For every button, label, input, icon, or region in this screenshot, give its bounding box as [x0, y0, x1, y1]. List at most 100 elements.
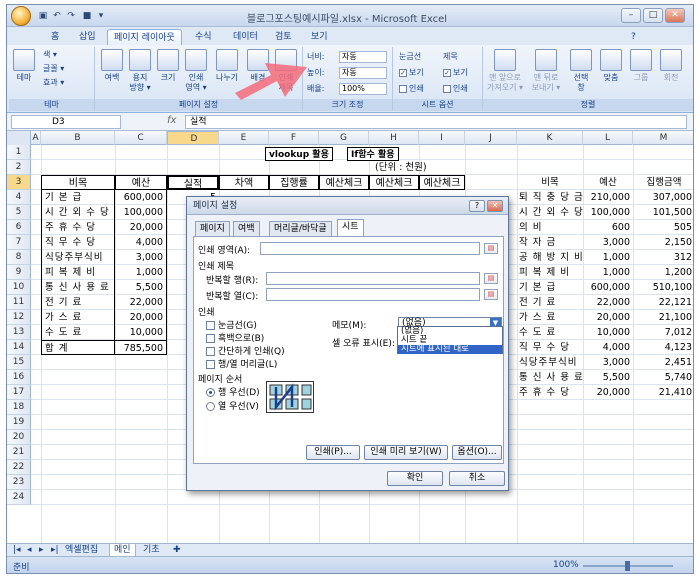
row-header-12[interactable]: 12: [7, 310, 31, 325]
qat-dropdown-icon[interactable]: ▾: [95, 10, 107, 22]
row-header-3[interactable]: 3: [7, 175, 31, 190]
row-header-18[interactable]: 18: [7, 400, 31, 415]
down-then-over-radio[interactable]: 행 우선(D): [206, 385, 260, 398]
collapse-dialog-icon[interactable]: ▤: [484, 243, 498, 254]
tab-view[interactable]: 보기: [305, 29, 334, 45]
column-header-H[interactable]: H: [369, 131, 419, 145]
column-header-E[interactable]: E: [219, 131, 269, 145]
row-header-8[interactable]: 8: [7, 250, 31, 265]
row-header-24[interactable]: 24: [7, 490, 31, 505]
bw-checkbox[interactable]: 흑백으로(B): [206, 331, 264, 344]
headings-view-checkbox[interactable]: ✓ 보기: [443, 67, 468, 79]
tab-data[interactable]: 데이터: [227, 29, 264, 45]
print-preview-button[interactable]: 인쇄 미리 보기(W): [364, 445, 448, 460]
headings-print-checkbox[interactable]: 인쇄: [443, 83, 468, 95]
row-header-10[interactable]: 10: [7, 280, 31, 295]
over-then-down-radio[interactable]: 열 우선(V): [206, 399, 259, 412]
tab-insert[interactable]: 삽입: [73, 29, 102, 45]
row-header-9[interactable]: 9: [7, 265, 31, 280]
column-header-K[interactable]: K: [517, 131, 583, 145]
theme-effects-button[interactable]: 효과 ▾: [43, 77, 64, 89]
column-header-A[interactable]: A: [31, 131, 41, 145]
size-button[interactable]: 크기: [154, 49, 182, 83]
dialog-help-button[interactable]: ?: [469, 200, 485, 212]
maximize-button[interactable]: □: [643, 8, 663, 23]
dialog-tab-margins[interactable]: 여백: [233, 221, 260, 236]
row-header-22[interactable]: 22: [7, 460, 31, 475]
dialog-close-button[interactable]: ✕: [487, 200, 503, 212]
minimize-button[interactable]: –: [621, 8, 641, 23]
save-icon[interactable]: ▣: [37, 10, 49, 22]
height-select[interactable]: 자동: [339, 67, 387, 79]
row-header-21[interactable]: 21: [7, 445, 31, 460]
undo-icon[interactable]: ↶: [51, 10, 63, 22]
comments-dropdown-list[interactable]: (없음) 시트 끝 시트에 표시된 대로: [397, 326, 503, 354]
rotate-button[interactable]: 회전: [657, 49, 685, 83]
print-area-button[interactable]: 인쇄 영역 ▾: [182, 49, 210, 93]
office-button[interactable]: [11, 6, 31, 26]
row-header-16[interactable]: 16: [7, 370, 31, 385]
print-titles-button[interactable]: 인쇄 제목: [272, 49, 300, 93]
selection-pane-button[interactable]: 선택 창: [567, 49, 595, 93]
zoom-slider-thumb[interactable]: [625, 561, 630, 571]
dialog-tab-header-footer[interactable]: 머리글/바닥글: [269, 221, 332, 236]
bring-forward-button[interactable]: 맨 앞으로 가져오기 ▾: [485, 49, 525, 93]
redo-icon[interactable]: ↷: [65, 10, 77, 22]
tab-review[interactable]: 검토: [269, 29, 298, 45]
print-area-input[interactable]: [260, 242, 480, 255]
quick-save-icon[interactable]: ■: [81, 10, 93, 22]
row-header-1[interactable]: 1: [7, 145, 31, 160]
row-header-11[interactable]: 11: [7, 295, 31, 310]
tab-home[interactable]: 홈: [45, 29, 65, 45]
column-header-D[interactable]: D: [167, 131, 219, 145]
themes-button[interactable]: 테마: [11, 49, 37, 83]
row-header-15[interactable]: 15: [7, 355, 31, 370]
fx-icon[interactable]: fx: [167, 115, 176, 126]
column-header-J[interactable]: J: [465, 131, 517, 145]
align-button[interactable]: 맞춤: [597, 49, 625, 83]
breaks-button[interactable]: 나누기: [210, 49, 244, 83]
name-box[interactable]: D3: [11, 115, 121, 129]
repeat-rows-input[interactable]: [266, 272, 480, 285]
dialog-tab-sheet[interactable]: 시트: [337, 219, 364, 237]
column-header-M[interactable]: M: [633, 131, 693, 145]
print-button[interactable]: 인쇄(P)...: [306, 445, 360, 460]
cancel-button[interactable]: 취소: [449, 471, 505, 486]
margins-button[interactable]: 여백: [98, 49, 126, 83]
dropdown-option-as-displayed[interactable]: 시트에 표시된 대로: [398, 345, 502, 354]
gridlines-print-checkbox[interactable]: 인쇄: [399, 83, 424, 95]
row-header-19[interactable]: 19: [7, 415, 31, 430]
theme-colors-button[interactable]: 색 ▾: [43, 49, 57, 61]
group-button[interactable]: 그룹: [627, 49, 655, 83]
draft-checkbox[interactable]: 간단하게 인쇄(Q): [206, 344, 285, 357]
row-header-7[interactable]: 7: [7, 235, 31, 250]
width-select[interactable]: 자동: [339, 51, 387, 63]
repeat-cols-input[interactable]: [266, 288, 480, 301]
row-header-5[interactable]: 5: [7, 205, 31, 220]
collapse-dialog-icon[interactable]: ▤: [484, 273, 498, 284]
help-icon[interactable]: ?: [625, 29, 642, 45]
collapse-dialog-icon[interactable]: ▤: [484, 289, 498, 300]
column-header-C[interactable]: C: [115, 131, 167, 145]
close-button[interactable]: ✕: [665, 8, 685, 23]
tab-formulas[interactable]: 수식: [189, 29, 218, 45]
select-all-corner[interactable]: [7, 131, 31, 145]
tab-page-layout[interactable]: 페이지 레이아웃: [107, 29, 182, 45]
scale-input[interactable]: 100%: [339, 83, 387, 95]
row-header-23[interactable]: 23: [7, 475, 31, 490]
formula-input[interactable]: 실적: [185, 115, 687, 129]
gridlines-checkbox[interactable]: 눈금선(G): [206, 318, 257, 331]
row-header-2[interactable]: 2: [7, 160, 31, 175]
column-header-B[interactable]: B: [41, 131, 115, 145]
column-header-L[interactable]: L: [583, 131, 633, 145]
orientation-button[interactable]: 용지 방향 ▾: [126, 49, 154, 93]
send-backward-button[interactable]: 맨 뒤로 보내기 ▾: [527, 49, 565, 93]
options-button[interactable]: 옵션(O)...: [452, 445, 502, 460]
column-header-G[interactable]: G: [319, 131, 369, 145]
theme-fonts-button[interactable]: 글꼴 ▾: [43, 63, 64, 75]
gridlines-view-checkbox[interactable]: ✓ 보기: [399, 67, 424, 79]
dialog-tab-page[interactable]: 페이지: [195, 221, 230, 236]
row-col-headings-checkbox[interactable]: 행/열 머리글(L): [206, 357, 277, 370]
row-header-13[interactable]: 13: [7, 325, 31, 340]
row-header-20[interactable]: 20: [7, 430, 31, 445]
